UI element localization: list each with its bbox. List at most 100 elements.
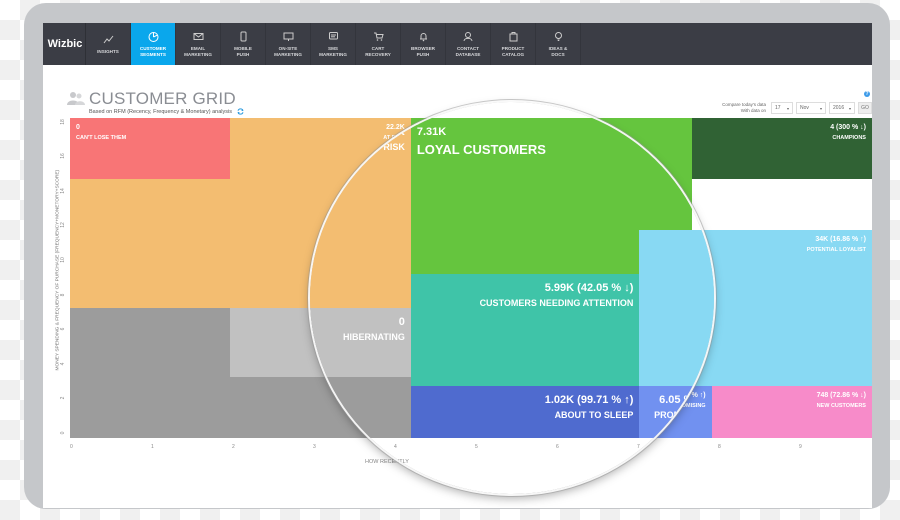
month-select[interactable]: Nov ▾ [796, 102, 826, 114]
y-tick-label: 16 [60, 153, 66, 160]
compare-label: Compare today's data With data on [722, 102, 766, 114]
segment-value: 7.31K [416, 126, 447, 138]
top-navbar: Wizbic INSIGHTS CUSTOMER SEGMENTS EMAIL … [43, 23, 872, 65]
day-value: 17 [775, 105, 781, 111]
segment-champions[interactable]: 4 (300 % ↓) CHAMPIONS [691, 118, 714, 179]
segment-value: 6.05 % ↑) [659, 394, 706, 407]
segment-value: 22.2K [375, 126, 405, 138]
y-tick-label: 12 [60, 222, 66, 229]
day-select[interactable]: 17 ▾ [771, 102, 793, 114]
segment-value: 1.02K (99.71 % ↑) [544, 394, 634, 407]
x-tick-label: 0 [70, 444, 73, 450]
segment-can-t-lose-them[interactable]: 0 CAN'T LOSE THEM [70, 118, 231, 179]
nav-label-line1: INSIGHTS [97, 48, 119, 54]
bag-icon [509, 32, 517, 42]
nav-label-line2: DATABASE [455, 51, 481, 57]
segment-label: POTENTIAL LOYALIST [806, 247, 866, 254]
y-tick-label: 0 [60, 431, 66, 435]
year-value: 2016 [833, 105, 845, 111]
segment-label: PROMISING [654, 410, 706, 421]
segment-label: AT RISK [369, 142, 405, 152]
segment-label: CUSTOMERS NEEDING ATTENTION [479, 297, 634, 308]
bell-icon [419, 33, 427, 42]
brand-logo[interactable]: Wizbic [43, 23, 86, 65]
y-tick-label: 6 [60, 327, 66, 331]
chevron-down-icon: ▾ [786, 105, 789, 111]
compare-controls: Compare today's data With data on 17 ▾ No… [722, 97, 872, 119]
magnifier-lens: 22.2K AT RISK0 CAN'T LOSE THEM0 HIBERNAT… [310, 102, 714, 494]
nav-item-contact[interactable]: CONTACT DATABASE [446, 23, 491, 65]
x-tick-label: 2 [232, 444, 235, 450]
chevron-down-icon: ▾ [819, 105, 822, 111]
nav-label-line2: SEGMENTS [140, 51, 166, 57]
nav-label-line2: RECOVERY [365, 51, 391, 57]
segment-label: ABOUT TO SLEEP [554, 410, 634, 421]
segment-label: NEW CUSTOMERS [816, 403, 866, 410]
nav-item-mobile[interactable]: MOBILE PUSH [221, 23, 266, 65]
y-tick-label: 10 [60, 257, 66, 263]
nav-label-line2: MARKETING [319, 51, 347, 57]
segment-champions[interactable]: 4 (300 % ↓) CHAMPIONS [691, 118, 872, 179]
segment-at-risk[interactable]: 22.2K AT RISK [310, 118, 411, 309]
segment-potential-loyalist[interactable]: 34K (16.86 % ↑) POTENTIAL LOYALIST [639, 230, 714, 387]
segment-value: 0 [76, 124, 80, 131]
segment-promising[interactable]: 6.05 % ↑) PROMISING [639, 386, 712, 438]
segment-new-customers[interactable]: 748 (72.86 % ↓) NEW CUSTOMERS [711, 386, 714, 438]
nav-item-ideas[interactable]: IDEAS & DOCS [536, 23, 581, 65]
segment-value: 4 (300 % ↓) [830, 124, 866, 131]
segment-about-to-sleep[interactable]: 1.02K (99.71 % ↑) ABOUT TO SLEEP [410, 386, 640, 438]
nav-item-email[interactable]: EMAIL MARKETING [176, 23, 221, 65]
email-icon [193, 33, 203, 40]
chevron-down-icon: ▾ [848, 105, 851, 111]
nav-label-line2: MARKETING [274, 51, 302, 57]
pie-chart-icon [148, 32, 158, 42]
segment-customers-needing-attention[interactable]: 5.99K (42.05 % ↓) CUSTOMERS NEEDING ATTE… [410, 273, 640, 387]
segment-value: 0 [398, 316, 405, 329]
segment-value: 5.99K (42.05 % ↓) [544, 281, 634, 294]
nav-item-browser[interactable]: BROWSER PUSH [401, 23, 446, 65]
monitor-icon [283, 32, 293, 41]
contacts-icon [463, 32, 472, 42]
nav-label-line2: DOCS [551, 51, 565, 57]
nav-label-line2: MARKETING [184, 51, 212, 57]
go-button[interactable]: GO [858, 102, 872, 114]
refresh-icon[interactable] [237, 108, 244, 115]
y-tick-label: 14 [60, 188, 66, 194]
x-tick-label: 9 [799, 444, 802, 450]
insights-icon [103, 35, 113, 44]
compare-label-line2: With data on [740, 108, 766, 113]
year-select[interactable]: 2016 ▾ [829, 102, 855, 114]
segment-label: HIBERNATING [342, 332, 405, 343]
segment-label: CAN'T LOSE THEM [76, 135, 127, 141]
month-value: Nov [800, 105, 809, 111]
nav-item-cart[interactable]: CART RECOVERY [356, 23, 401, 65]
mobile-icon [240, 31, 246, 42]
y-tick-label: 4 [60, 362, 66, 366]
segment-hibernating[interactable]: 0 HIBERNATING [310, 308, 411, 378]
segment-value: 34K (16.86 % ↑) [815, 236, 866, 244]
y-tick-label: 2 [60, 397, 66, 400]
users-icon [67, 92, 85, 105]
x-tick-label: 1 [151, 444, 154, 450]
subtitle-text: Based on RFM (Recency, Frequency & Monet… [89, 108, 232, 115]
nav-item-customer[interactable]: CUSTOMER SEGMENTS [131, 23, 176, 65]
nav-item-product[interactable]: PRODUCT CATALOG [491, 23, 536, 65]
segment-value: 748 (72.86 % ↓) [816, 392, 866, 400]
nav-item-on-site[interactable]: ON-SITE MARKETING [266, 23, 311, 65]
x-tick-label: 8 [718, 444, 721, 450]
nav-label-line2: PUSH [236, 51, 250, 57]
segment-label: CHAMPIONS [832, 135, 866, 141]
y-tick-label: 18 [60, 118, 66, 125]
sms-icon [328, 32, 338, 40]
nav-label-line2: CATALOG [501, 51, 525, 57]
segment-new-customers[interactable]: 748 (72.86 % ↓) NEW CUSTOMERS [711, 386, 872, 438]
segment-label: LOYAL CUSTOMERS [416, 142, 546, 157]
nav-label-line2: PUSH [416, 51, 430, 57]
bulb-icon [554, 32, 562, 41]
nav-item-sms[interactable]: SMS MARKETING [311, 23, 356, 65]
y-tick-label: 8 [60, 293, 66, 296]
nav-item-insights[interactable]: INSIGHTS [86, 23, 131, 65]
page-title: CUSTOMER GRID [89, 89, 236, 108]
page-subtitle: Based on RFM (Recency, Frequency & Monet… [89, 108, 244, 115]
cart-icon [373, 32, 384, 41]
